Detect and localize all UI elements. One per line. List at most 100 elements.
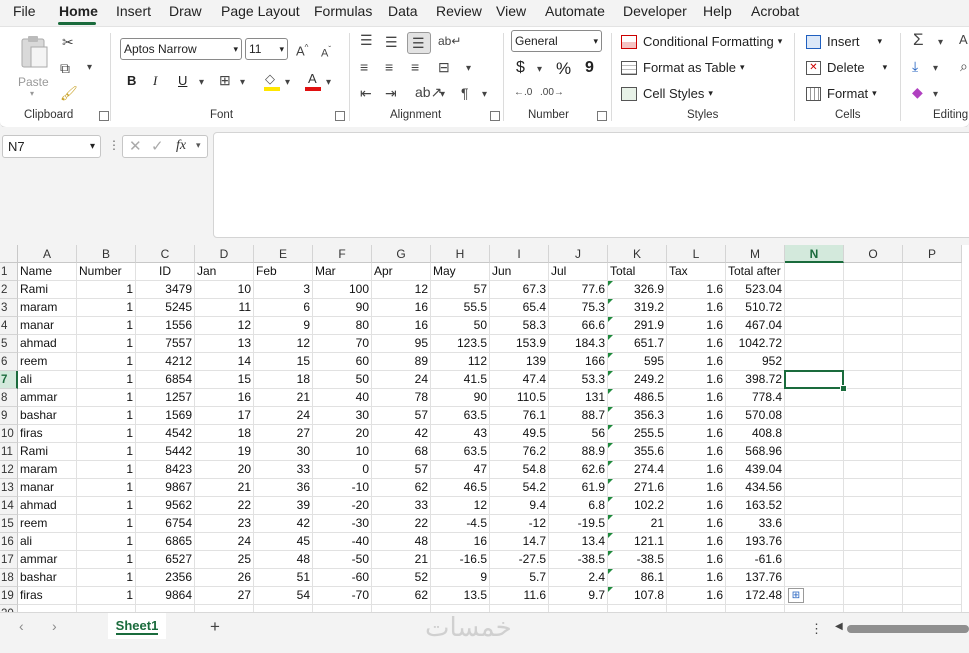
cell-l17[interactable]: 1.6	[667, 551, 726, 569]
row-header-11[interactable]: 11	[0, 443, 18, 461]
cell-f18[interactable]: -60	[313, 569, 372, 587]
cell-d9[interactable]: 17	[195, 407, 254, 425]
row-header-4[interactable]: 4	[0, 317, 18, 335]
cell-m14[interactable]: 163.52	[726, 497, 785, 515]
cell-i16[interactable]: 14.7	[490, 533, 549, 551]
chevron-down-icon[interactable]: ▾	[482, 87, 487, 103]
cell-j20[interactable]	[549, 605, 608, 612]
menu-data[interactable]: Data	[388, 3, 418, 19]
cell-i13[interactable]: 54.2	[490, 479, 549, 497]
cell-i11[interactable]: 76.2	[490, 443, 549, 461]
cell-b2[interactable]: 1	[77, 281, 136, 299]
cell-e16[interactable]: 45	[254, 533, 313, 551]
cell-l13[interactable]: 1.6	[667, 479, 726, 497]
cell-b14[interactable]: 1	[77, 497, 136, 515]
cell-c12[interactable]: 8423	[136, 461, 195, 479]
cell-h2[interactable]: 57	[431, 281, 490, 299]
cell-h7[interactable]: 41.5	[431, 371, 490, 389]
merge-center-icon[interactable]: ⊟	[438, 59, 450, 75]
more-options-icon[interactable]: ⋮	[810, 621, 823, 637]
column-header-h[interactable]: H	[431, 245, 490, 263]
cell-g7[interactable]: 24	[372, 371, 431, 389]
cell-f13[interactable]: -10	[313, 479, 372, 497]
cell-f17[interactable]: -50	[313, 551, 372, 569]
cell-n4[interactable]	[785, 317, 844, 335]
more-options-icon[interactable]: ⋮	[108, 138, 120, 152]
cell-f6[interactable]: 60	[313, 353, 372, 371]
cell-k13[interactable]: 271.6	[608, 479, 667, 497]
cancel-icon[interactable]: ✕	[129, 137, 142, 155]
cell-j5[interactable]: 184.3	[549, 335, 608, 353]
cut-icon[interactable]: ✂	[62, 34, 74, 50]
cell-n20[interactable]	[785, 605, 844, 612]
cell-l20[interactable]	[667, 605, 726, 612]
cell-g9[interactable]: 57	[372, 407, 431, 425]
insert-cells-button[interactable]: Insert ▾	[806, 34, 882, 49]
cell-h12[interactable]: 47	[431, 461, 490, 479]
cell-n8[interactable]	[785, 389, 844, 407]
currency-button[interactable]: $	[516, 59, 525, 77]
cell-o13[interactable]	[844, 479, 903, 497]
cell-h15[interactable]: -4.5	[431, 515, 490, 533]
cell-p10[interactable]	[903, 425, 962, 443]
autosum-icon[interactable]: Σ	[913, 31, 924, 48]
chevron-down-icon[interactable]: ▾	[326, 75, 331, 91]
cell-h18[interactable]: 9	[431, 569, 490, 587]
cell-h19[interactable]: 13.5	[431, 587, 490, 605]
cell-g19[interactable]: 62	[372, 587, 431, 605]
cell-n11[interactable]	[785, 443, 844, 461]
column-header-d[interactable]: D	[195, 245, 254, 263]
cell-a1[interactable]: Name	[18, 263, 77, 281]
cell-j16[interactable]: 13.4	[549, 533, 608, 551]
cell-f4[interactable]: 80	[313, 317, 372, 335]
cell-c7[interactable]: 6854	[136, 371, 195, 389]
cell-j15[interactable]: -19.5	[549, 515, 608, 533]
cell-i6[interactable]: 139	[490, 353, 549, 371]
clear-icon[interactable]: ◆	[912, 84, 923, 100]
cell-k20[interactable]	[608, 605, 667, 612]
cell-a15[interactable]: reem	[18, 515, 77, 533]
cell-o14[interactable]	[844, 497, 903, 515]
cell-g10[interactable]: 42	[372, 425, 431, 443]
cell-f1[interactable]: Mar	[313, 263, 372, 281]
font-color-icon[interactable]: A	[305, 71, 321, 91]
cell-k5[interactable]: 651.7	[608, 335, 667, 353]
cell-j17[interactable]: -38.5	[549, 551, 608, 569]
cell-p8[interactable]	[903, 389, 962, 407]
cell-e6[interactable]: 15	[254, 353, 313, 371]
format-as-table-button[interactable]: Format as Table ▾	[621, 60, 745, 75]
cell-c20[interactable]	[136, 605, 195, 612]
column-header-c[interactable]: C	[136, 245, 195, 263]
cell-o2[interactable]	[844, 281, 903, 299]
italic-button[interactable]: I	[153, 73, 157, 89]
cell-b17[interactable]: 1	[77, 551, 136, 569]
cell-l6[interactable]: 1.6	[667, 353, 726, 371]
cell-o6[interactable]	[844, 353, 903, 371]
cell-c5[interactable]: 7557	[136, 335, 195, 353]
horizontal-scrollbar[interactable]: ◀	[835, 621, 969, 634]
column-header-a[interactable]: A	[18, 245, 77, 263]
font-size-select[interactable]: 11 ▾	[245, 38, 288, 60]
menu-page-layout[interactable]: Page Layout	[221, 3, 300, 19]
cell-m13[interactable]: 434.56	[726, 479, 785, 497]
cell-b4[interactable]: 1	[77, 317, 136, 335]
cell-m4[interactable]: 467.04	[726, 317, 785, 335]
decrease-decimal-icon[interactable]: .00→	[540, 85, 564, 101]
row-header-7[interactable]: 7	[0, 371, 18, 389]
copy-icon[interactable]: ⧉	[60, 60, 70, 76]
increase-decimal-icon[interactable]: ←.0	[514, 85, 532, 101]
cell-k16[interactable]: 121.1	[608, 533, 667, 551]
chevron-down-icon[interactable]: ▾	[199, 75, 204, 91]
cell-o1[interactable]	[844, 263, 903, 281]
format-painter-icon[interactable]: 🖌	[60, 85, 78, 101]
cell-l11[interactable]: 1.6	[667, 443, 726, 461]
cell-i5[interactable]: 153.9	[490, 335, 549, 353]
cell-h9[interactable]: 63.5	[431, 407, 490, 425]
cell-p20[interactable]	[903, 605, 962, 612]
cell-d14[interactable]: 22	[195, 497, 254, 515]
cell-p5[interactable]	[903, 335, 962, 353]
cell-h11[interactable]: 63.5	[431, 443, 490, 461]
cell-n6[interactable]	[785, 353, 844, 371]
cell-k15[interactable]: 21	[608, 515, 667, 533]
cell-f10[interactable]: 20	[313, 425, 372, 443]
